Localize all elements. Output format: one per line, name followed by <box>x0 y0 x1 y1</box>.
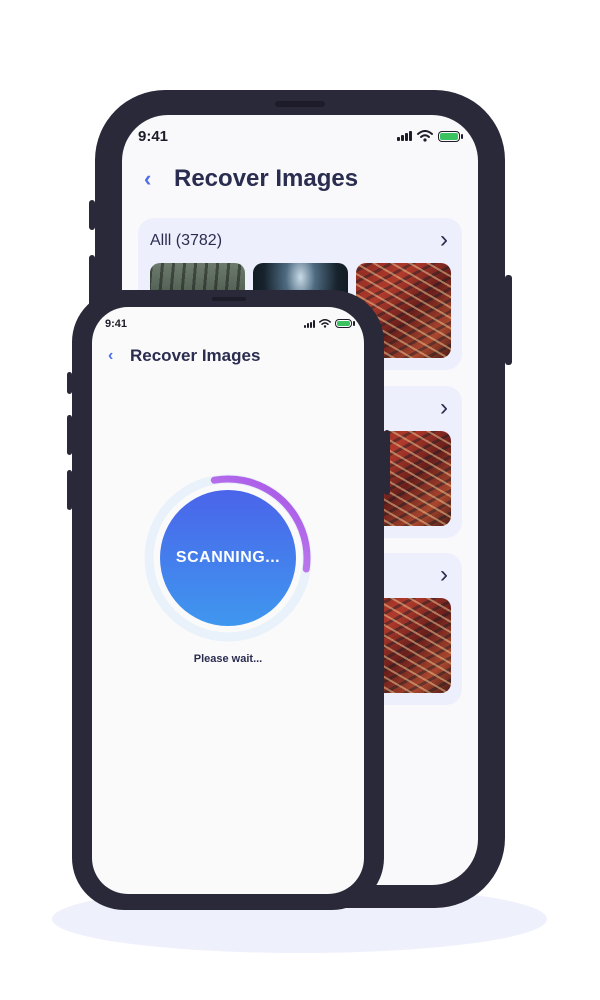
power-button <box>384 430 390 495</box>
header: ‹ Recover Images <box>108 346 260 366</box>
chevron-right-icon[interactable]: › <box>440 561 448 589</box>
chevron-right-icon[interactable]: › <box>440 226 448 254</box>
scanning-button[interactable]: SCANNING... <box>160 490 296 626</box>
wifi-icon <box>417 130 433 142</box>
header: ‹ Recover Images <box>144 165 358 193</box>
signal-icon <box>397 131 412 141</box>
chevron-right-icon[interactable]: › <box>440 394 448 422</box>
page-title: Recover Images <box>174 165 359 192</box>
power-button <box>505 275 512 365</box>
back-chevron-icon[interactable]: ‹ <box>108 347 130 365</box>
back-chevron-icon[interactable]: ‹ <box>144 166 174 192</box>
status-icons <box>397 130 463 142</box>
battery-icon <box>438 130 463 142</box>
status-time: 9:41 <box>138 128 169 145</box>
front-phone-screen: 9:41 ‹ Recover Images SCANNING... Please… <box>92 307 364 894</box>
wait-message: Please wait... <box>193 653 263 665</box>
battery-icon <box>335 319 355 328</box>
scan-label: SCANNING... <box>175 549 281 566</box>
speaker-notch <box>275 101 325 107</box>
scan-progress-ring: SCANNING... <box>142 472 314 644</box>
album-label: Alll (3782) <box>150 232 223 249</box>
wifi-icon <box>319 319 331 328</box>
status-time: 9:41 <box>105 318 128 330</box>
status-icons <box>304 319 355 328</box>
page-title: Recover Images <box>130 346 261 365</box>
speaker-notch <box>212 297 246 301</box>
signal-icon <box>304 319 315 328</box>
